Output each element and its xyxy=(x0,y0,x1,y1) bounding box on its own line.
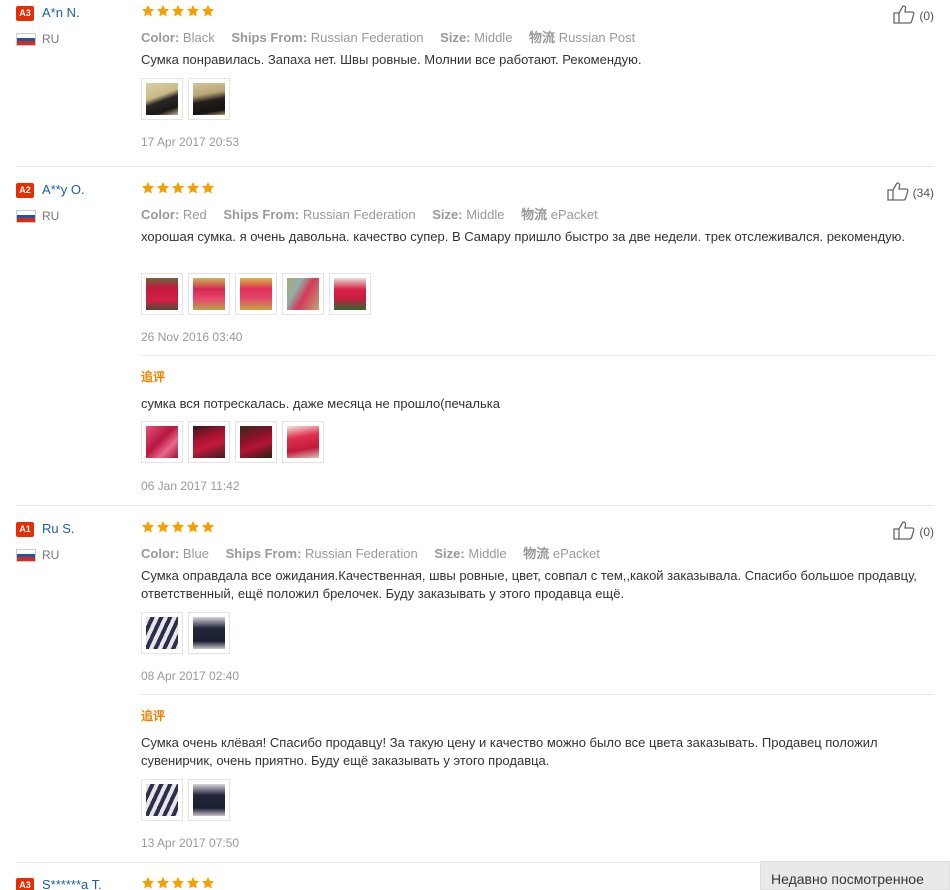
buyer-level-badge: A3 xyxy=(16,6,34,21)
followup-text: Сумка очень клёвая! Спасибо продавцу! За… xyxy=(141,735,878,768)
followup-divider xyxy=(141,355,934,356)
attr-color: Blue xyxy=(182,546,209,561)
thumbs-up-icon xyxy=(892,520,916,543)
star-icon xyxy=(171,876,185,889)
attr-ships-from: Russian Federation xyxy=(305,546,418,561)
helpful-button[interactable]: (34) xyxy=(886,181,934,204)
buyer-country: RU xyxy=(42,209,60,223)
buyer-country: RU xyxy=(42,32,60,46)
star-icon xyxy=(156,876,170,889)
russia-flag-icon xyxy=(16,210,36,223)
attr-size: Middle xyxy=(468,546,507,561)
buyer-level-badge: A2 xyxy=(16,183,34,198)
star-icon xyxy=(141,181,155,194)
photo-thumbnail[interactable] xyxy=(188,612,230,654)
order-attributes: Color: Red Ships From: Russian Federatio… xyxy=(141,207,598,222)
star-rating xyxy=(141,520,215,536)
star-icon xyxy=(201,876,215,889)
followup-photos xyxy=(141,779,230,821)
buyer-name[interactable]: S******a T. xyxy=(42,877,102,890)
buyer-level-badge: A1 xyxy=(16,522,34,537)
attr-color: Black xyxy=(182,30,215,45)
photo-thumbnail[interactable] xyxy=(235,421,277,463)
photo-thumbnail[interactable] xyxy=(188,779,230,821)
star-icon xyxy=(171,4,185,17)
order-attributes: Color: Black Ships From: Russian Federat… xyxy=(141,30,636,45)
followup-date: 13 Apr 2017 07:50 xyxy=(141,836,240,850)
thumbs-up-icon xyxy=(886,181,910,204)
attr-logistics: Russian Post xyxy=(558,30,636,45)
photo-thumbnail[interactable] xyxy=(188,78,230,120)
star-icon xyxy=(141,4,155,17)
russia-flag-icon xyxy=(16,33,36,46)
attr-color: Red xyxy=(182,207,207,222)
followup-divider xyxy=(141,694,934,695)
review-date: 26 Nov 2016 03:40 xyxy=(141,330,243,344)
followup-date: 06 Jan 2017 11:42 xyxy=(141,479,240,493)
review-photos xyxy=(141,612,230,654)
photo-thumbnail[interactable] xyxy=(188,421,230,463)
buyer-country: RU xyxy=(42,548,60,562)
star-icon xyxy=(186,181,200,194)
star-icon xyxy=(186,4,200,17)
buyer-name[interactable]: A**y O. xyxy=(42,182,85,197)
helpful-button[interactable]: (0) xyxy=(892,4,934,27)
star-icon xyxy=(171,520,185,533)
review-photos xyxy=(141,273,371,315)
photo-thumbnail[interactable] xyxy=(141,78,183,120)
followup-label: 追评 xyxy=(141,370,166,384)
star-icon xyxy=(171,181,185,194)
star-rating xyxy=(141,181,215,197)
star-icon xyxy=(186,876,200,889)
star-icon xyxy=(141,876,155,889)
helpful-count: (0) xyxy=(919,8,934,23)
photo-thumbnail[interactable] xyxy=(235,273,277,315)
photo-thumbnail[interactable] xyxy=(329,273,371,315)
helpful-count: (34) xyxy=(912,185,934,200)
review-text: хорошая сумка. я очень давольна. качеств… xyxy=(141,229,906,244)
helpful-count: (0) xyxy=(919,524,934,539)
attr-logistics: ePacket xyxy=(550,207,598,222)
review-date: 17 Apr 2017 20:53 xyxy=(141,135,240,149)
followup-label: 追评 xyxy=(141,709,166,723)
photo-thumbnail[interactable] xyxy=(188,273,230,315)
attr-size: Middle xyxy=(466,207,505,222)
russia-flag-icon xyxy=(16,549,36,562)
review-text: Сумка понравилась. Запаха нет. Швы ровны… xyxy=(141,52,642,67)
attr-logistics: ePacket xyxy=(552,546,600,561)
helpful-button[interactable]: (0) xyxy=(892,520,934,543)
attr-ships-from: Russian Federation xyxy=(302,207,416,222)
review-photos xyxy=(141,78,230,120)
review-text: Сумка оправдала все ожидания.Качественна… xyxy=(141,568,917,601)
buyer-name[interactable]: A*n N. xyxy=(42,5,80,20)
star-icon xyxy=(186,520,200,533)
attr-size: Middle xyxy=(474,30,513,45)
photo-thumbnail[interactable] xyxy=(141,273,183,315)
thumbs-up-icon xyxy=(892,4,916,27)
star-icon xyxy=(156,4,170,17)
photo-thumbnail[interactable] xyxy=(282,421,324,463)
buyer-level-badge: A3 xyxy=(16,878,34,890)
review-date: 08 Apr 2017 02:40 xyxy=(141,669,240,683)
star-icon xyxy=(201,181,215,194)
star-icon xyxy=(141,520,155,533)
star-icon xyxy=(201,4,215,17)
recently-viewed-tab[interactable]: Недавно посмотренное xyxy=(760,861,950,890)
order-attributes: Color: Blue Ships From: Russian Federati… xyxy=(141,546,600,561)
attr-ships-from: Russian Federation xyxy=(310,30,424,45)
star-rating xyxy=(141,4,215,20)
followup-text: сумка вся потрескалась. даже месяца не п… xyxy=(141,396,500,411)
review-divider xyxy=(16,166,934,167)
photo-thumbnail[interactable] xyxy=(141,421,183,463)
photo-thumbnail[interactable] xyxy=(141,612,183,654)
photo-thumbnail[interactable] xyxy=(282,273,324,315)
review-divider xyxy=(16,505,934,506)
followup-photos xyxy=(141,421,324,463)
star-rating xyxy=(141,876,215,890)
buyer-name[interactable]: Ru S. xyxy=(42,521,75,536)
photo-thumbnail[interactable] xyxy=(141,779,183,821)
star-icon xyxy=(201,520,215,533)
star-icon xyxy=(156,520,170,533)
star-icon xyxy=(156,181,170,194)
